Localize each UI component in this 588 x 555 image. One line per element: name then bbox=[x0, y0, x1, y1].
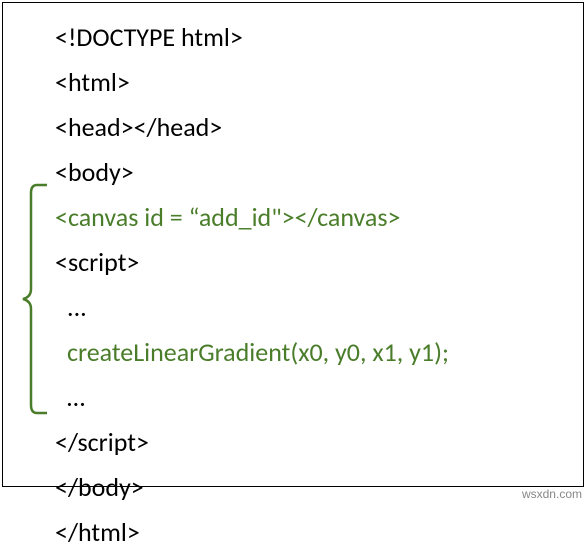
code-line: … bbox=[55, 375, 583, 420]
code-line: </script> bbox=[55, 420, 583, 465]
code-line-highlight: createLinearGradient(x0, y0, x1, y1); bbox=[55, 330, 583, 375]
code-line: </html> bbox=[55, 510, 583, 555]
code-line: <!DOCTYPE html> bbox=[55, 15, 583, 60]
code-line: </body> bbox=[55, 465, 583, 510]
watermark-text: wsxdn.com bbox=[522, 487, 582, 501]
code-line: <body> bbox=[55, 150, 583, 195]
code-line: ... bbox=[55, 285, 583, 330]
code-box: <!DOCTYPE html> <html> <head></head> <bo… bbox=[2, 2, 584, 487]
code-line: <head></head> bbox=[55, 105, 583, 150]
brace-icon bbox=[13, 183, 53, 415]
code-line: <script> bbox=[55, 240, 583, 285]
code-line: <html> bbox=[55, 60, 583, 105]
code-line-highlight: <canvas id = “add_id"></canvas> bbox=[55, 195, 583, 240]
